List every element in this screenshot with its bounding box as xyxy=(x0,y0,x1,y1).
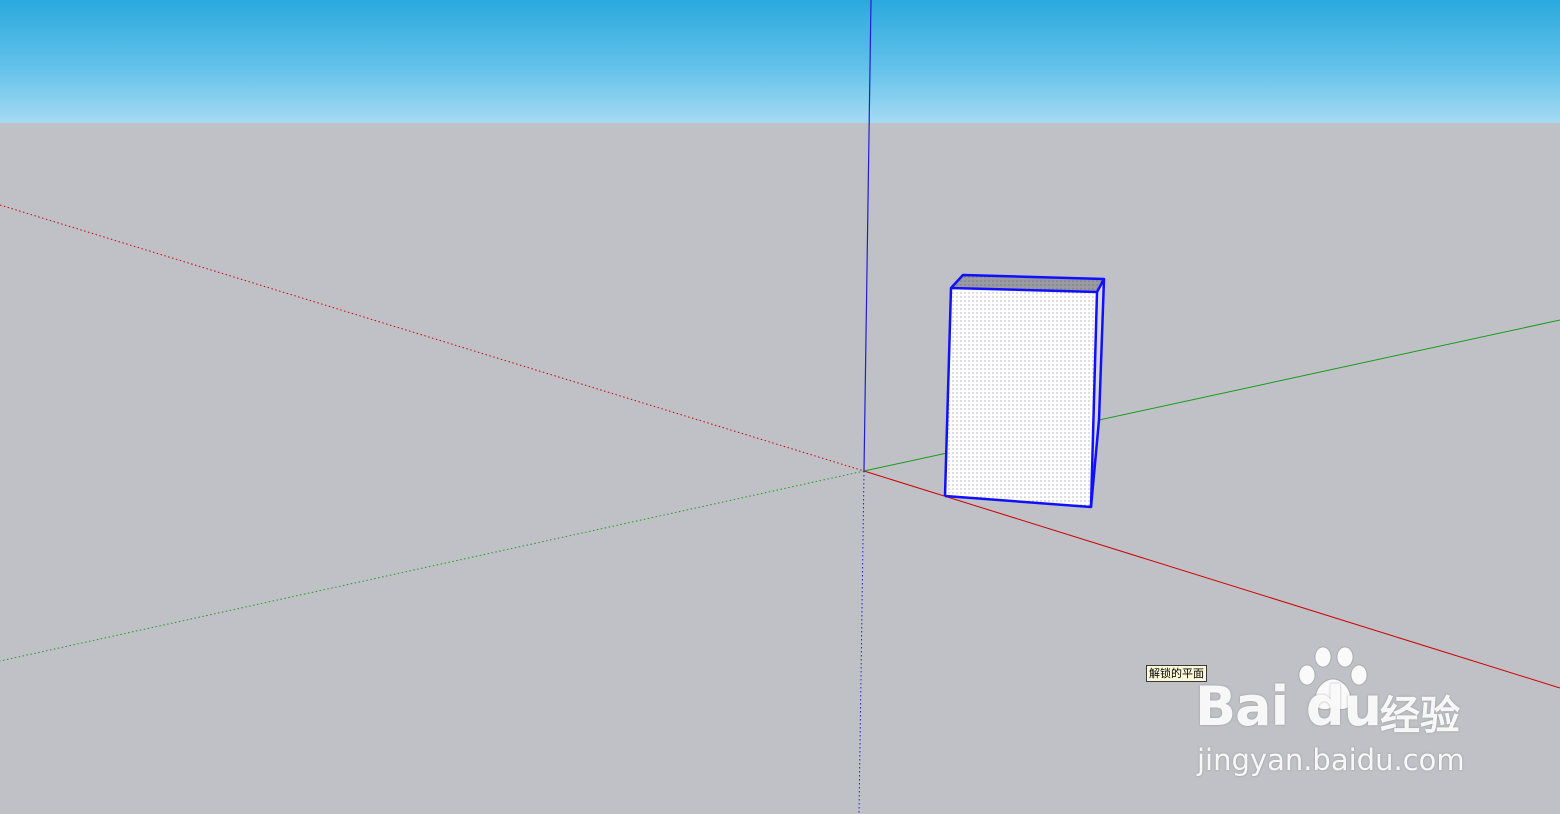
box-front-face[interactable] xyxy=(945,288,1097,507)
blue-axis-positive xyxy=(863,0,872,472)
green-axis-negative xyxy=(0,470,865,662)
scene-canvas[interactable] xyxy=(0,0,1560,814)
inference-tooltip: 解锁的平面 xyxy=(1146,665,1207,682)
red-axis-positive xyxy=(863,470,1560,689)
red-axis-negative xyxy=(0,204,865,472)
blue-axis-negative xyxy=(858,470,865,814)
modeling-viewport[interactable]: 解锁的平面 Bai du 经验 jingyan.baidu.com xyxy=(0,0,1560,814)
